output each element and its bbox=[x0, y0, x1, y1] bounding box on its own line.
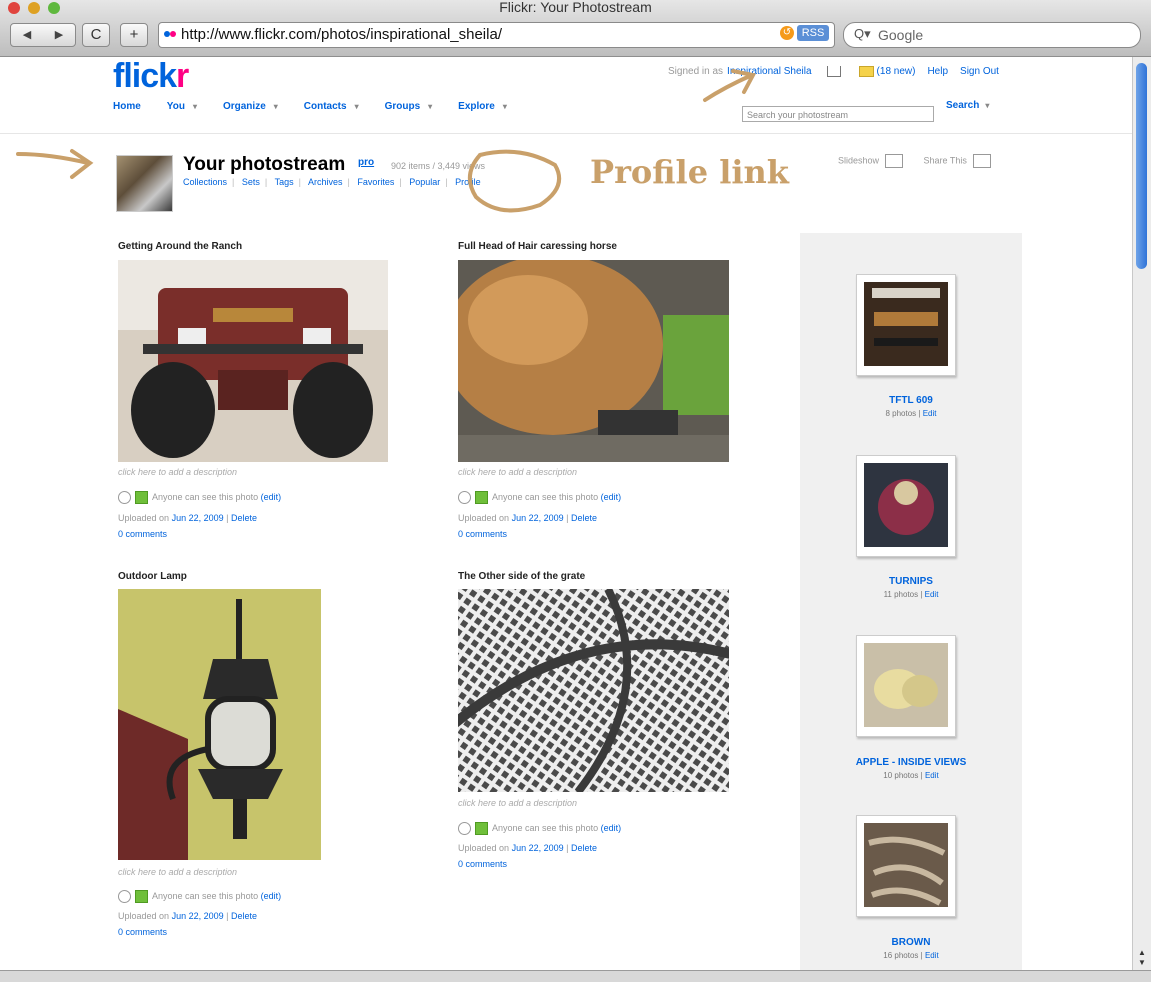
comments-link[interactable]: 0 comments bbox=[458, 859, 507, 869]
upload-info: Uploaded on Jun 22, 2009 | Delete bbox=[118, 513, 257, 523]
photo-thumbnail[interactable] bbox=[118, 260, 388, 462]
photo-visibility: Anyone can see this photo (edit) bbox=[118, 491, 281, 504]
vertical-scrollbar[interactable]: ▲ ▼ bbox=[1132, 57, 1151, 970]
photo-title[interactable]: The Other side of the grate bbox=[458, 571, 585, 582]
url-text[interactable]: http://www.flickr.com/photos/inspiration… bbox=[181, 26, 502, 43]
photo-description[interactable]: click here to add a description bbox=[458, 467, 577, 477]
upload-date-link[interactable]: Jun 22, 2009 bbox=[172, 911, 224, 921]
edit-visibility-link[interactable]: (edit) bbox=[261, 891, 282, 901]
photo-visibility: Anyone can see this photo (edit) bbox=[458, 491, 621, 504]
public-icon bbox=[475, 822, 488, 835]
photo-thumbnail[interactable] bbox=[118, 589, 321, 860]
set-photo-count: 16 photos bbox=[883, 951, 919, 960]
delete-link[interactable]: Delete bbox=[231, 911, 257, 921]
url-bar[interactable]: http://www.flickr.com/photos/inspiration… bbox=[158, 22, 835, 48]
photo-description[interactable]: click here to add a description bbox=[118, 867, 237, 877]
upload-info: Uploaded on Jun 22, 2009 | Delete bbox=[458, 513, 597, 523]
public-icon bbox=[135, 491, 148, 504]
license-icon bbox=[458, 822, 471, 835]
reload-button[interactable]: C bbox=[82, 23, 110, 47]
photo-description[interactable]: click here to add a description bbox=[458, 798, 577, 808]
upload-date-link[interactable]: Jun 22, 2009 bbox=[512, 513, 564, 523]
set-edit-link[interactable]: Edit bbox=[925, 951, 939, 960]
visibility-text: Anyone can see this photo bbox=[152, 491, 259, 502]
uploaded-prefix: Uploaded on bbox=[458, 513, 510, 523]
visibility-text: Anyone can see this photo bbox=[492, 491, 599, 502]
upload-info: Uploaded on Jun 22, 2009 | Delete bbox=[118, 911, 257, 921]
add-bookmark-button[interactable]: + bbox=[120, 23, 148, 47]
browser-toolbar: Flickr: Your Photostream ◀ ▶ C + http://… bbox=[0, 0, 1151, 57]
back-button[interactable]: ◀ bbox=[11, 24, 43, 46]
arrow-to-username bbox=[703, 69, 757, 102]
search-icon: Q▾ bbox=[854, 26, 871, 41]
comments-link[interactable]: 0 comments bbox=[118, 529, 167, 539]
favicon-pink-dot bbox=[170, 31, 176, 37]
arrow-to-avatar bbox=[16, 149, 94, 179]
set-photo-count: 8 photos bbox=[885, 409, 917, 418]
search-placeholder: Google bbox=[878, 27, 924, 43]
visibility-text: Anyone can see this photo bbox=[152, 890, 259, 901]
set-thumbnail[interactable] bbox=[856, 635, 956, 737]
photo-title[interactable]: Getting Around the Ranch bbox=[118, 241, 242, 252]
set-count: 10 photos | Edit bbox=[883, 771, 939, 780]
edit-visibility-link[interactable]: (edit) bbox=[601, 492, 622, 502]
upload-info: Uploaded on Jun 22, 2009 | Delete bbox=[458, 843, 597, 853]
sets-sidebar: TFTL 609 8 photos | Edit TURNIPS 11 phot… bbox=[800, 233, 1022, 970]
visibility-text: Anyone can see this photo bbox=[492, 822, 599, 833]
page-content: flickr Home You ▾ Organize ▾ Contacts ▾ Gro… bbox=[0, 57, 1133, 970]
set-thumbnail[interactable] bbox=[856, 455, 956, 557]
set-edit-link[interactable]: Edit bbox=[925, 771, 939, 780]
set-edit-link[interactable]: Edit bbox=[923, 409, 937, 418]
upload-date-link[interactable]: Jun 22, 2009 bbox=[172, 513, 224, 523]
set-name[interactable]: TURNIPS bbox=[800, 576, 1022, 587]
annotation-text: Profile link bbox=[590, 153, 789, 191]
set-photo-count: 11 photos bbox=[883, 590, 919, 599]
set-count: 16 photos | Edit bbox=[883, 951, 939, 960]
license-icon bbox=[118, 491, 131, 504]
set-photo-count: 10 photos bbox=[883, 771, 919, 780]
delete-link[interactable]: Delete bbox=[571, 843, 597, 853]
browser-search-field[interactable]: Q▾ Google bbox=[843, 22, 1141, 48]
license-icon bbox=[458, 491, 471, 504]
set-edit-link[interactable]: Edit bbox=[925, 590, 939, 599]
scroll-arrows[interactable]: ▲ ▼ bbox=[1133, 948, 1151, 968]
comments-link[interactable]: 0 comments bbox=[458, 529, 507, 539]
rss-button[interactable]: RSS bbox=[797, 25, 829, 41]
photo-description[interactable]: click here to add a description bbox=[118, 467, 237, 477]
photo-title[interactable]: Outdoor Lamp bbox=[118, 571, 187, 582]
status-bar bbox=[0, 970, 1151, 982]
edit-visibility-link[interactable]: (edit) bbox=[601, 823, 622, 833]
set-thumbnail[interactable] bbox=[856, 274, 956, 376]
snapback-icon[interactable]: ↺ bbox=[780, 26, 794, 40]
upload-date-link[interactable]: Jun 22, 2009 bbox=[512, 843, 564, 853]
delete-link[interactable]: Delete bbox=[231, 513, 257, 523]
photo-thumbnail[interactable] bbox=[458, 260, 729, 462]
set-count: 11 photos | Edit bbox=[883, 590, 939, 599]
forward-button[interactable]: ▶ bbox=[43, 24, 75, 46]
set-name[interactable]: TFTL 609 bbox=[800, 395, 1022, 406]
set-thumbnail[interactable] bbox=[856, 815, 956, 917]
photo-visibility: Anyone can see this photo (edit) bbox=[458, 822, 621, 835]
edit-visibility-link[interactable]: (edit) bbox=[261, 492, 282, 502]
comments-link[interactable]: 0 comments bbox=[118, 927, 167, 937]
circle-profile-link bbox=[468, 149, 561, 213]
delete-link[interactable]: Delete bbox=[571, 513, 597, 523]
photo-thumbnail[interactable] bbox=[458, 589, 729, 792]
public-icon bbox=[135, 890, 148, 903]
license-icon bbox=[118, 890, 131, 903]
set-name[interactable]: BROWN bbox=[800, 937, 1022, 948]
photo-title[interactable]: Full Head of Hair caressing horse bbox=[458, 241, 617, 252]
photo-visibility: Anyone can see this photo (edit) bbox=[118, 890, 281, 903]
uploaded-prefix: Uploaded on bbox=[118, 513, 170, 523]
scrollbar-thumb[interactable] bbox=[1136, 63, 1147, 269]
public-icon bbox=[475, 491, 488, 504]
uploaded-prefix: Uploaded on bbox=[458, 843, 510, 853]
set-name[interactable]: APPLE - INSIDE VIEWS bbox=[800, 757, 1022, 768]
uploaded-prefix: Uploaded on bbox=[118, 911, 170, 921]
back-forward-buttons: ◀ ▶ bbox=[10, 23, 76, 47]
window-title: Flickr: Your Photostream bbox=[499, 0, 652, 15]
set-count: 8 photos | Edit bbox=[885, 409, 937, 418]
